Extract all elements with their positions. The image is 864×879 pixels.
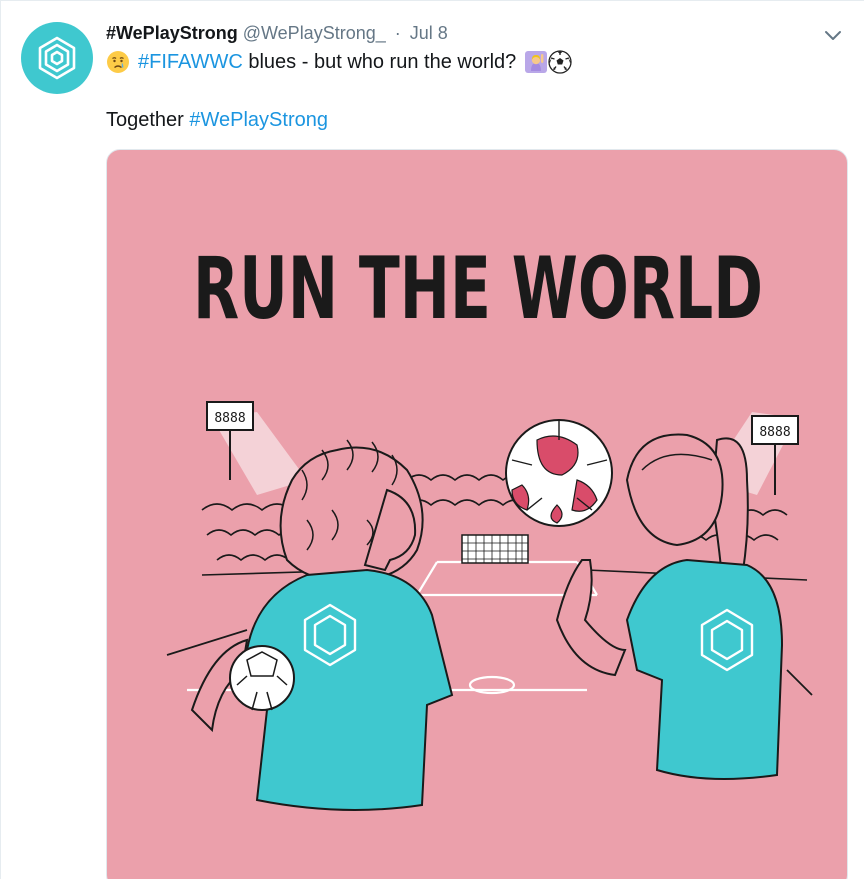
tweet-text-line-2: Together #WePlayStrong	[106, 106, 328, 134]
illustration: RUN THE WORLD 8888 8888	[166, 239, 813, 811]
hashtag-weplaystrong[interactable]: #WePlayStrong	[189, 109, 328, 131]
hashtag-fifawwc[interactable]: #FIFAWWC	[138, 48, 243, 76]
media-headline: RUN THE WORLD	[193, 239, 763, 339]
tweet-menu-button[interactable]	[821, 23, 845, 47]
tweet-text-together: Together	[106, 109, 190, 131]
left-player	[190, 439, 454, 811]
right-scoreboard-digits: 8888	[759, 425, 790, 440]
soccer-ball-emoji-icon	[548, 50, 572, 74]
woman-raising-hand-emoji-icon	[525, 51, 548, 73]
tweet-media-image[interactable]: RUN THE WORLD 8888 8888	[106, 149, 848, 879]
tweet-card[interactable]: #WePlayStrong @WePlayStrong_ · Jul 8 #FI…	[0, 0, 864, 879]
right-player	[505, 419, 784, 780]
chevron-down-icon	[825, 31, 841, 40]
tweet-header: #WePlayStrong @WePlayStrong_ · Jul 8	[106, 20, 448, 46]
left-scoreboard-digits: 8888	[214, 411, 245, 426]
user-handle[interactable]: @WePlayStrong_	[243, 23, 386, 43]
header-separator: ·	[394, 23, 401, 43]
hexagon-logo-icon	[38, 36, 76, 80]
tweet-text-line-1: #FIFAWWC blues - but who run the world?	[106, 48, 572, 76]
tweet-text: blues - but who run the world?	[242, 51, 517, 73]
display-name[interactable]: #WePlayStrong	[106, 23, 238, 43]
tweet-timestamp[interactable]: Jul 8	[410, 23, 448, 43]
goal-net	[461, 534, 529, 564]
crying-face-emoji-icon	[107, 51, 129, 73]
profile-avatar[interactable]	[21, 22, 93, 94]
